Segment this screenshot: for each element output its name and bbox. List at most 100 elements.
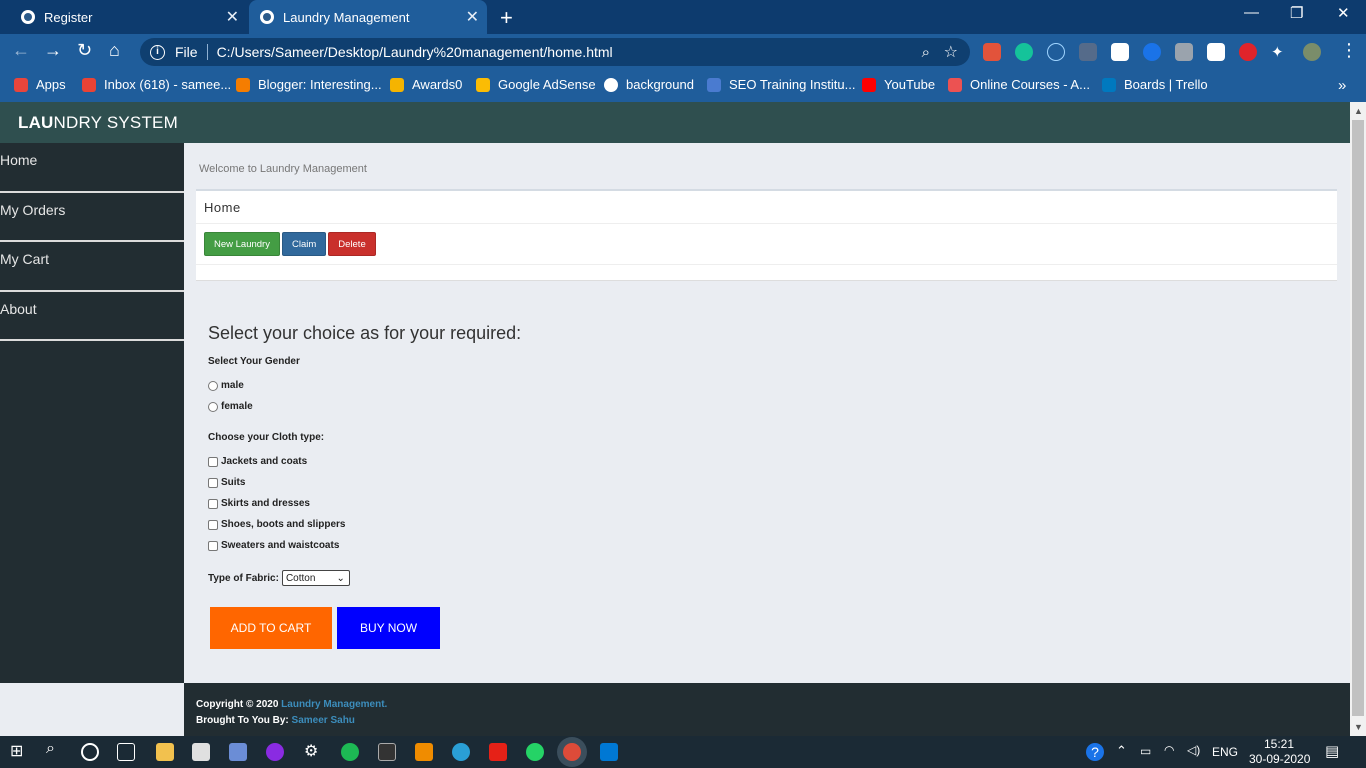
search-icon[interactable]: ⌕ — [46, 740, 64, 758]
app-icon[interactable] — [229, 743, 247, 761]
checkbox[interactable] — [208, 456, 218, 467]
sidebar-item-my-cart[interactable]: My Cart — [0, 242, 184, 292]
cloth-option-skirts[interactable]: Skirts and dresses — [208, 493, 521, 514]
bookmark-adsense[interactable]: Google AdSense — [476, 77, 596, 92]
info-icon[interactable]: i — [150, 44, 165, 60]
app-icon[interactable] — [266, 743, 284, 761]
sidebar-item-home[interactable]: Home — [0, 143, 184, 193]
browser-toolbar: ← → ↻ ⌂ i File C:/Users/Sameer/Desktop/L… — [0, 34, 1366, 70]
delete-button[interactable]: Delete — [328, 232, 376, 256]
close-tab-icon[interactable]: ✕ — [466, 7, 479, 27]
gender-option-female[interactable]: female — [208, 396, 521, 417]
page-scrollbar[interactable]: ▲ ▼ — [1350, 102, 1366, 736]
scroll-up-icon[interactable]: ▲ — [1354, 106, 1363, 116]
notifications-icon[interactable]: ▤ — [1325, 742, 1339, 760]
bookmark-udemy[interactable]: Online Courses - A... — [948, 77, 1090, 92]
file-explorer-icon[interactable] — [156, 743, 174, 761]
sidebar-item-about[interactable]: About — [0, 292, 184, 341]
bookmark-apps[interactable]: Apps — [14, 77, 66, 92]
cloth-option-sweaters[interactable]: Sweaters and waistcoats — [208, 535, 521, 556]
battery-icon[interactable]: ▭ — [1140, 744, 1151, 758]
edge-icon[interactable] — [452, 743, 470, 761]
tab-register[interactable]: Register ✕ — [0, 0, 247, 34]
radio-button[interactable] — [208, 401, 218, 412]
new-tab-button[interactable]: + — [500, 5, 513, 31]
bookmark-trello[interactable]: Boards | Trello — [1102, 77, 1208, 92]
settings-gear-icon[interactable]: ⚙ — [304, 741, 322, 760]
fabric-row: Type of Fabric: Cotton ⌄ — [208, 570, 521, 586]
bookmark-youtube[interactable]: YouTube — [862, 77, 935, 92]
check-icon[interactable] — [1143, 43, 1161, 61]
grammarly-icon[interactable] — [1015, 43, 1033, 61]
extension-icon[interactable] — [983, 43, 1001, 61]
vscode-icon[interactable] — [600, 743, 618, 761]
react-devtools-icon[interactable] — [1047, 43, 1065, 61]
minimize-icon[interactable]: — — [1244, 4, 1259, 21]
sidebar-item-my-orders[interactable]: My Orders — [0, 193, 184, 242]
gender-option-male[interactable]: male — [208, 375, 521, 396]
globe-icon — [260, 10, 274, 24]
volume-icon[interactable]: ◁) — [1187, 743, 1200, 757]
adsense-icon — [476, 77, 490, 92]
new-laundry-button[interactable]: New Laundry — [204, 232, 280, 256]
language-indicator[interactable]: ENG — [1212, 745, 1238, 759]
author-link[interactable]: Sameer Sahu — [292, 715, 355, 726]
cloth-option-jackets[interactable]: Jackets and coats — [208, 451, 521, 472]
bookmark-inbox[interactable]: Inbox (618) - samee... — [82, 77, 231, 92]
w-extension-icon[interactable] — [1207, 43, 1225, 61]
add-to-cart-button[interactable]: ADD TO CART — [210, 607, 332, 649]
menu-icon[interactable]: ⋮ — [1340, 40, 1358, 61]
copyright-link[interactable]: Laundry Management. — [281, 699, 387, 710]
cloth-option-shoes[interactable]: Shoes, boots and slippers — [208, 514, 521, 535]
checkbox[interactable] — [208, 540, 218, 551]
bookmark-awards[interactable]: Awards0 — [390, 77, 462, 92]
bookmark-star-icon[interactable]: ☆ — [944, 42, 958, 62]
checkbox[interactable] — [208, 519, 218, 530]
task-view-icon[interactable] — [117, 743, 135, 761]
scroll-down-icon[interactable]: ▼ — [1354, 722, 1363, 732]
stop-icon[interactable] — [1239, 43, 1257, 61]
puzzle-icon[interactable]: ✦ — [1271, 43, 1289, 61]
forward-icon[interactable]: → — [44, 40, 62, 61]
help-icon[interactable]: ? — [1086, 743, 1104, 761]
clock-time[interactable]: 15:21 — [1264, 737, 1294, 751]
chevron-up-icon[interactable]: ⌃ — [1116, 743, 1127, 759]
checkbox[interactable] — [208, 498, 218, 509]
zoom-icon[interactable]: ⌕ — [922, 44, 930, 61]
avatar[interactable] — [1303, 43, 1321, 61]
bookmark-blogger[interactable]: Blogger: Interesting... — [236, 77, 382, 92]
back-icon[interactable]: ← — [12, 40, 30, 61]
checkbox[interactable] — [208, 477, 218, 488]
extension-icon[interactable] — [1175, 43, 1193, 61]
extension-icon[interactable] — [1079, 43, 1097, 61]
restore-icon[interactable]: ❐ — [1290, 4, 1303, 22]
chrome-icon[interactable] — [563, 743, 581, 761]
store-icon[interactable] — [192, 743, 210, 761]
tab-laundry-management[interactable]: Laundry Management ✕ — [249, 0, 487, 34]
bookmark-seo[interactable]: SEO Training Institu... — [707, 77, 855, 92]
claim-button[interactable]: Claim — [281, 232, 327, 256]
url-text[interactable]: C:/Users/Sameer/Desktop/Laundry%20manage… — [217, 44, 613, 60]
scrollbar-thumb[interactable] — [1352, 120, 1364, 716]
home-icon[interactable]: ⌂ — [109, 40, 120, 61]
youtube-icon[interactable] — [489, 743, 507, 761]
bookmark-background[interactable]: background — [604, 77, 694, 92]
wifi-icon[interactable]: ◠ — [1164, 743, 1174, 757]
extension-icon[interactable] — [1111, 43, 1129, 61]
cortana-icon[interactable] — [81, 743, 99, 761]
address-bar[interactable]: i File C:/Users/Sameer/Desktop/Laundry%2… — [140, 38, 970, 66]
clock-date[interactable]: 30-09-2020 — [1249, 752, 1310, 766]
whatsapp-icon[interactable] — [526, 743, 544, 761]
radio-button[interactable] — [208, 380, 218, 391]
windows-start-icon[interactable]: ⊞ — [10, 741, 28, 760]
reload-icon[interactable]: ↻ — [77, 40, 92, 61]
close-icon[interactable]: ✕ — [1337, 4, 1350, 22]
terminal-icon[interactable] — [378, 743, 396, 761]
fabric-select[interactable]: Cotton ⌄ — [281, 570, 350, 586]
cloth-option-suits[interactable]: Suits — [208, 472, 521, 493]
spotify-icon[interactable] — [341, 743, 359, 761]
close-tab-icon[interactable]: ✕ — [226, 7, 239, 27]
bookmarks-overflow-button[interactable]: » — [1338, 77, 1346, 94]
sublime-text-icon[interactable] — [415, 743, 433, 761]
buy-now-button[interactable]: BUY NOW — [337, 607, 440, 649]
